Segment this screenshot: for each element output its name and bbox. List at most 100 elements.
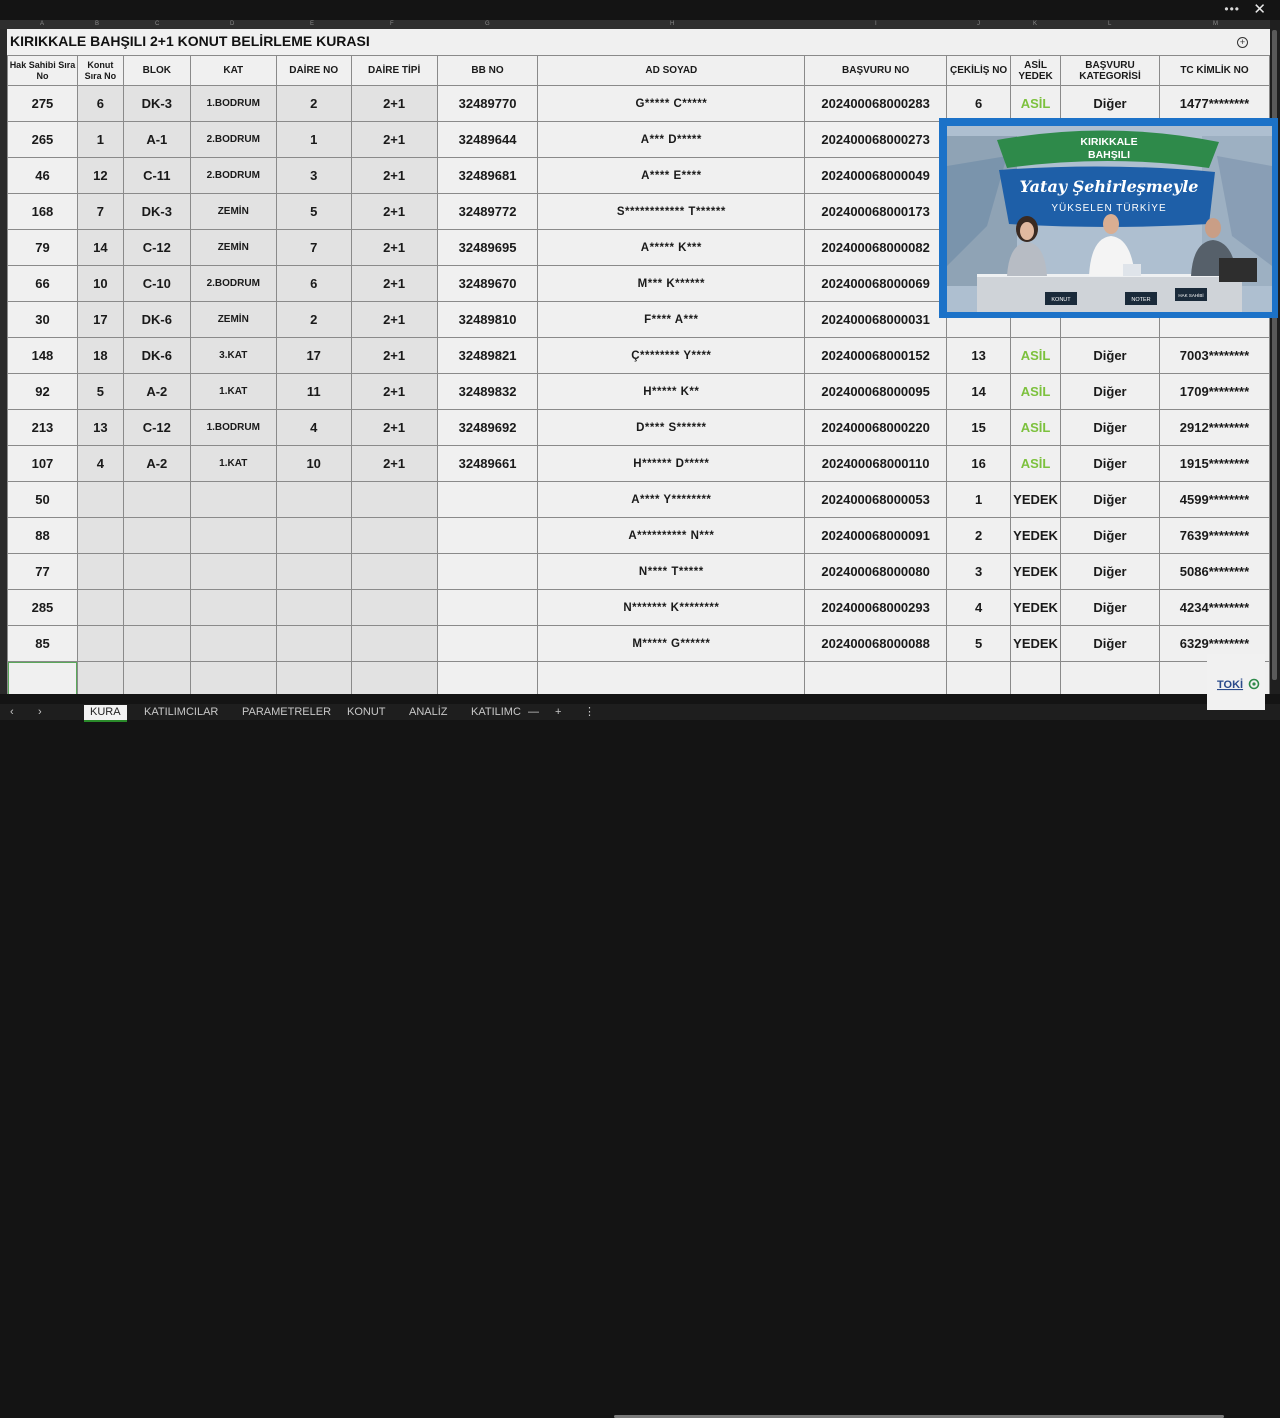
cell-konut-sira-no[interactable]: 7 — [76, 193, 124, 230]
cell-bb-no[interactable]: 32489772 — [436, 193, 539, 230]
cell-daire-tipi[interactable]: 2+1 — [350, 193, 438, 230]
cell-kat[interactable] — [189, 661, 277, 694]
cell-ad-soyad[interactable]: A**** E**** — [537, 157, 806, 194]
cell-konut-sira-no[interactable] — [76, 589, 124, 626]
column-letter[interactable]: A — [40, 21, 44, 27]
cell-daire-tipi[interactable]: 2+1 — [350, 409, 438, 446]
cell-basvuru-no[interactable]: 202400068000273 — [804, 121, 948, 158]
cell-daire-no[interactable]: 6 — [275, 265, 352, 302]
cell-konut-sira-no[interactable]: 1 — [76, 121, 124, 158]
cell-cekilis-no[interactable]: 2 — [946, 517, 1012, 554]
cell-konut-sira-no[interactable] — [76, 517, 124, 554]
cell-daire-tipi[interactable]: 2+1 — [350, 337, 438, 374]
cell-bb-no[interactable]: 32489810 — [436, 301, 539, 338]
tab-dash-icon[interactable]: — — [522, 705, 545, 720]
cell-kat[interactable]: 2.BODRUM — [189, 121, 277, 158]
cell-konut-sira-no[interactable]: 6 — [76, 85, 124, 122]
cell-bb-no[interactable]: 32489661 — [436, 445, 539, 482]
add-sheet-icon[interactable]: + — [549, 705, 567, 720]
cell-asil-yedek[interactable]: ASİL — [1010, 337, 1062, 374]
cell-konut-sira-no[interactable]: 17 — [76, 301, 124, 338]
cell-blok[interactable] — [122, 517, 191, 554]
column-letter[interactable]: J — [977, 21, 980, 27]
cell-hak-sahibi-sira-no[interactable]: 285 — [7, 589, 78, 626]
cell-bb-no[interactable]: 32489670 — [436, 265, 539, 302]
cell-basvuru-kategorisi[interactable]: Diğer — [1060, 85, 1160, 122]
cell-daire-tipi[interactable]: 2+1 — [350, 301, 438, 338]
cell-cekilis-no[interactable]: 13 — [946, 337, 1012, 374]
window-more-icon[interactable]: ••• — [1224, 2, 1240, 16]
cell-tc-kimlik-no[interactable]: 1477******** — [1158, 85, 1270, 122]
cell-asil-yedek[interactable]: YEDEK — [1010, 517, 1062, 554]
cell-basvuru-no[interactable]: 202400068000152 — [804, 337, 948, 374]
cell-asil-yedek[interactable]: ASİL — [1010, 409, 1062, 446]
cell-daire-tipi[interactable] — [350, 625, 438, 662]
cell-hak-sahibi-sira-no[interactable]: 265 — [7, 121, 78, 158]
column-letter[interactable]: D — [230, 21, 234, 27]
more-tabs-icon[interactable]: ⋮ — [578, 705, 601, 720]
cell-blok[interactable]: A-1 — [122, 121, 191, 158]
cell-basvuru-no[interactable]: 202400068000173 — [804, 193, 948, 230]
cell-bb-no[interactable] — [436, 661, 539, 694]
cell-hak-sahibi-sira-no[interactable]: 275 — [7, 85, 78, 122]
cell-basvuru-kategorisi[interactable]: Diğer — [1060, 517, 1160, 554]
tab-konut[interactable]: KONUT — [341, 705, 392, 720]
cell-ad-soyad[interactable]: M***** G****** — [537, 625, 806, 662]
cell-cekilis-no[interactable]: 1 — [946, 481, 1012, 518]
cell-ad-soyad[interactable]: G***** C***** — [537, 85, 806, 122]
cell-daire-no[interactable] — [275, 517, 352, 554]
cell-bb-no[interactable] — [436, 481, 539, 518]
tab-scroll-next[interactable]: › — [32, 705, 48, 720]
cell-ad-soyad[interactable]: S************ T****** — [537, 193, 806, 230]
cell-daire-tipi[interactable] — [350, 481, 438, 518]
cell-hak-sahibi-sira-no[interactable]: 30 — [7, 301, 78, 338]
cell-basvuru-no[interactable]: 202400068000283 — [804, 85, 948, 122]
cell-daire-tipi[interactable]: 2+1 — [350, 85, 438, 122]
cell-konut-sira-no[interactable]: 5 — [76, 373, 124, 410]
cell-blok[interactable] — [122, 625, 191, 662]
cell-daire-tipi[interactable]: 2+1 — [350, 373, 438, 410]
cell-basvuru-kategorisi[interactable]: Diğer — [1060, 337, 1160, 374]
cell-daire-tipi[interactable] — [350, 661, 438, 694]
cell-blok[interactable]: C-11 — [122, 157, 191, 194]
cell-hak-sahibi-sira-no[interactable]: 213 — [7, 409, 78, 446]
cell-cekilis-no[interactable]: 14 — [946, 373, 1012, 410]
cell-daire-no[interactable]: 1 — [275, 121, 352, 158]
cell-daire-tipi[interactable]: 2+1 — [350, 229, 438, 266]
column-letter[interactable]: H — [670, 21, 674, 27]
expand-icon[interactable]: + — [1237, 37, 1248, 48]
cell-basvuru-no[interactable]: 202400068000069 — [804, 265, 948, 302]
cell-bb-no[interactable]: 32489695 — [436, 229, 539, 266]
cell-konut-sira-no[interactable]: 4 — [76, 445, 124, 482]
cell-cekilis-no[interactable]: 6 — [946, 85, 1012, 122]
cell-ad-soyad[interactable]: A***** K*** — [537, 229, 806, 266]
cell-ad-soyad[interactable]: Ç******** Y**** — [537, 337, 806, 374]
cell-kat[interactable]: ZEMİN — [189, 193, 277, 230]
cell-kat[interactable]: 1.KAT — [189, 445, 277, 482]
cell-basvuru-no[interactable]: 202400068000053 — [804, 481, 948, 518]
cell-daire-no[interactable]: 2 — [275, 85, 352, 122]
cell-konut-sira-no[interactable] — [76, 553, 124, 590]
cell-cekilis-no[interactable]: 3 — [946, 553, 1012, 590]
cell-konut-sira-no[interactable]: 12 — [76, 157, 124, 194]
cell-daire-tipi[interactable]: 2+1 — [350, 157, 438, 194]
cell-ad-soyad[interactable]: N**** T***** — [537, 553, 806, 590]
cell-blok[interactable]: DK-3 — [122, 193, 191, 230]
cell-daire-no[interactable]: 5 — [275, 193, 352, 230]
cell-hak-sahibi-sira-no[interactable]: 66 — [7, 265, 78, 302]
cell-blok[interactable] — [122, 589, 191, 626]
cell-bb-no[interactable]: 32489832 — [436, 373, 539, 410]
cell-konut-sira-no[interactable]: 13 — [76, 409, 124, 446]
cell-hak-sahibi-sira-no[interactable]: 85 — [7, 625, 78, 662]
cell-kat[interactable]: 2.BODRUM — [189, 157, 277, 194]
tab-kura[interactable]: KURA — [84, 705, 127, 722]
cell-bb-no[interactable] — [436, 553, 539, 590]
cell-basvuru-no[interactable]: 202400068000088 — [804, 625, 948, 662]
cell-bb-no[interactable] — [436, 625, 539, 662]
cell-tc-kimlik-no[interactable]: 1915******** — [1158, 445, 1270, 482]
cell-daire-tipi[interactable]: 2+1 — [350, 121, 438, 158]
cell-tc-kimlik-no[interactable]: 4234******** — [1158, 589, 1270, 626]
cell-bb-no[interactable] — [436, 517, 539, 554]
cell-konut-sira-no[interactable] — [76, 625, 124, 662]
cell-tc-kimlik-no[interactable]: 7639******** — [1158, 517, 1270, 554]
